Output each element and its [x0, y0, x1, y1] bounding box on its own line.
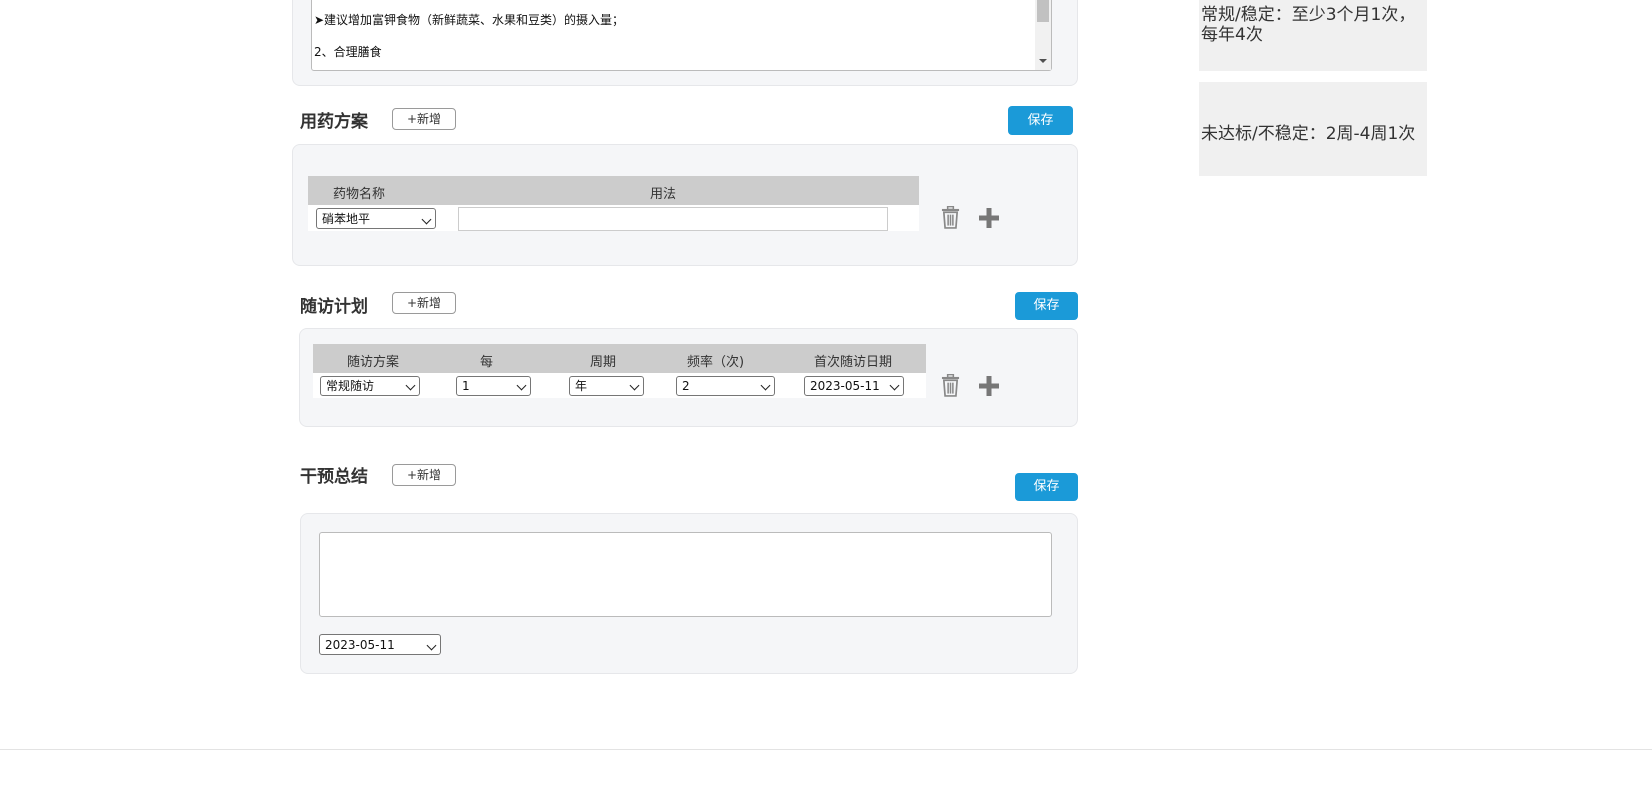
- frequency-select-value: 2: [682, 379, 690, 393]
- every-select[interactable]: 1: [456, 376, 531, 396]
- first-date-select[interactable]: 2023-05-11: [804, 376, 904, 396]
- medication-table-header: 药物名称 用法: [308, 176, 919, 205]
- trash-icon[interactable]: [941, 374, 960, 397]
- scroll-down-arrow-icon[interactable]: [1039, 59, 1047, 63]
- col-drug-name: 药物名称: [333, 187, 386, 202]
- drug-select-value: 硝苯地平: [322, 212, 371, 226]
- col-period: 周期: [590, 355, 617, 370]
- summary-add-button[interactable]: +新增: [392, 464, 456, 486]
- period-select-value: 年: [575, 379, 588, 393]
- followup-save-button[interactable]: 保存: [1015, 292, 1078, 320]
- notes-line-2: 2、合理膳食: [314, 45, 382, 59]
- medication-save-button[interactable]: 保存: [1008, 106, 1073, 135]
- followup-table-header: 随访方案 每 周期 频率（次) 首次随访日期: [313, 344, 926, 373]
- plus-icon[interactable]: [979, 208, 999, 228]
- chevron-down-icon: [421, 214, 432, 225]
- col-plan: 随访方案: [347, 355, 400, 370]
- notes-textarea[interactable]: ➤建议增加富钾食物（新鲜蔬菜、水果和豆类）的摄入量； 2、合理膳食: [311, 0, 1052, 71]
- guide-unstable-text: 未达标/不稳定：2周-4周1次: [1201, 124, 1416, 144]
- plus-icon[interactable]: [979, 376, 999, 396]
- chevron-down-icon: [426, 640, 437, 651]
- followup-title: 随访计划: [300, 297, 368, 317]
- chevron-down-icon: [405, 380, 416, 391]
- frequency-select[interactable]: 2: [676, 376, 775, 396]
- plan-select-value: 常规随访: [326, 379, 375, 393]
- notes-scroll-thumb[interactable]: [1037, 0, 1049, 22]
- guide-stable-box: 常规/稳定：至少3个月1次，每年4次: [1199, 0, 1427, 71]
- chevron-down-icon: [516, 380, 527, 391]
- col-usage: 用法: [650, 187, 677, 202]
- summary-save-button[interactable]: 保存: [1015, 473, 1078, 501]
- col-first-date: 首次随访日期: [814, 355, 893, 370]
- first-date-select-value: 2023-05-11: [810, 379, 880, 393]
- trash-icon[interactable]: [941, 206, 960, 229]
- summary-title: 干预总结: [300, 467, 368, 487]
- plan-select[interactable]: 常规随访: [320, 376, 420, 396]
- followup-add-button[interactable]: +新增: [392, 292, 456, 314]
- bottom-divider: [0, 749, 1652, 750]
- period-select[interactable]: 年: [569, 376, 644, 396]
- drug-select[interactable]: 硝苯地平: [316, 208, 436, 229]
- chevron-down-icon: [889, 380, 900, 391]
- summary-date-select[interactable]: 2023-05-11: [319, 634, 441, 655]
- col-every: 每: [480, 355, 494, 370]
- chevron-down-icon: [760, 380, 771, 391]
- summary-date-value: 2023-05-11: [325, 638, 395, 652]
- chevron-down-icon: [629, 380, 640, 391]
- notes-line-1: ➤建议增加富钾食物（新鲜蔬菜、水果和豆类）的摄入量；: [314, 13, 625, 27]
- medication-title: 用药方案: [300, 112, 368, 132]
- summary-textarea[interactable]: [319, 532, 1052, 617]
- every-select-value: 1: [462, 379, 470, 393]
- col-frequency: 频率（次): [687, 355, 745, 370]
- usage-input[interactable]: [458, 207, 888, 231]
- notes-scrollbar[interactable]: [1035, 0, 1051, 70]
- guide-stable-text: 常规/稳定：至少3个月1次，每年4次: [1201, 5, 1416, 45]
- medication-add-button[interactable]: +新增: [392, 108, 456, 130]
- guide-unstable-box: 未达标/不稳定：2周-4周1次: [1199, 82, 1427, 176]
